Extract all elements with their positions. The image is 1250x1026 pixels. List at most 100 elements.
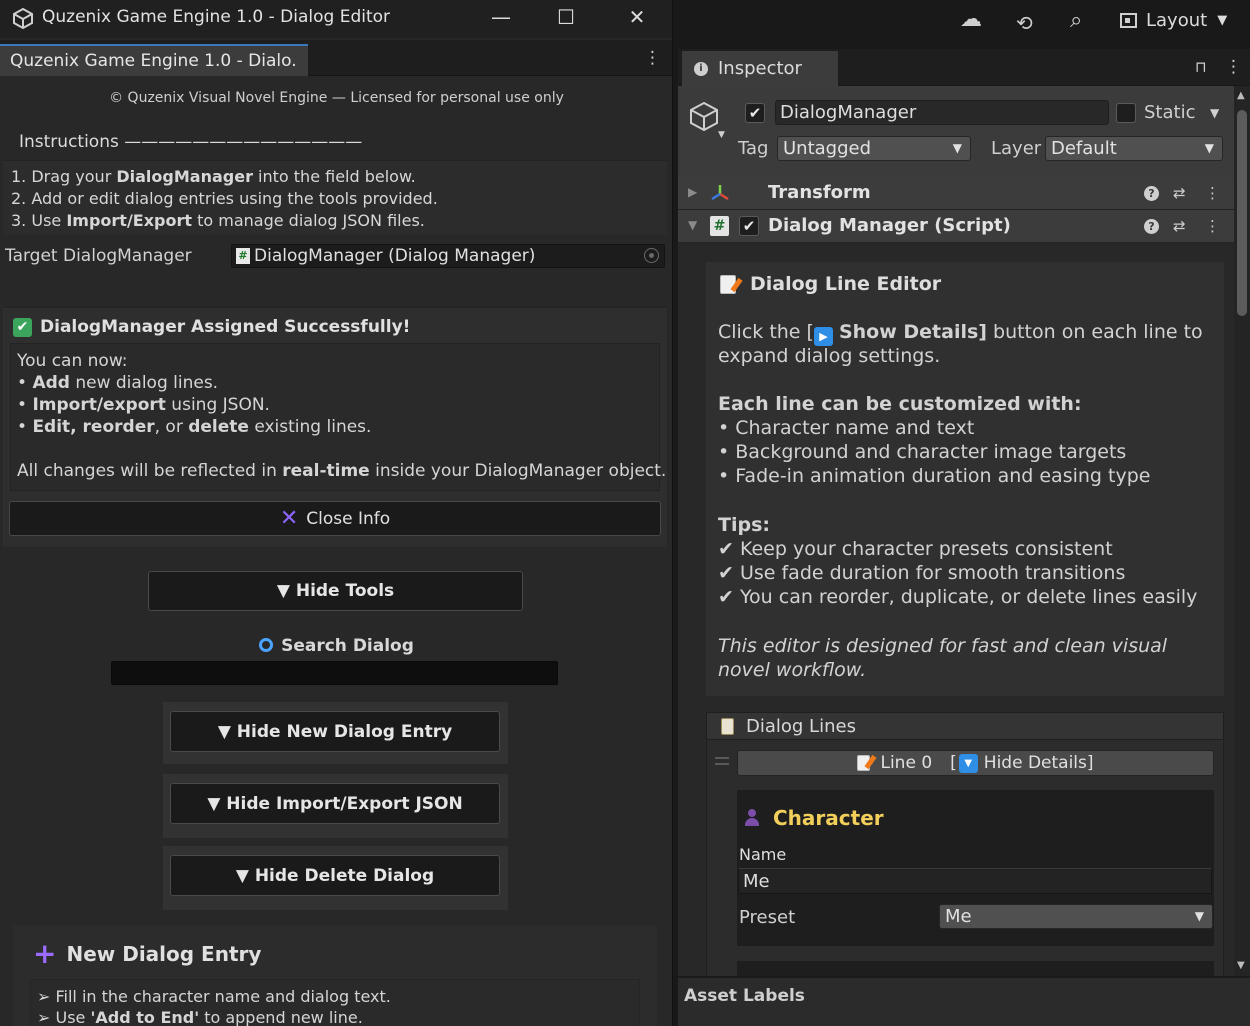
drag-handle-icon[interactable]	[715, 757, 729, 765]
help-tip: ✔ Keep your character presets consistent	[718, 538, 1113, 560]
layer-dropdown[interactable]: Default ▼	[1045, 136, 1223, 161]
minimize-button[interactable]: —	[470, 0, 532, 34]
help-icon[interactable]: ?	[1144, 186, 1159, 201]
chevron-down-icon: ▼	[1204, 141, 1214, 155]
success-intro: You can now:	[17, 351, 128, 371]
object-active-checkbox[interactable]: ✔	[745, 103, 765, 123]
dialog-lines-list: Dialog Lines Line 0 [ ▼ Hide Details] Ch…	[706, 712, 1224, 976]
foldout-arrow-icon[interactable]: ▼	[688, 218, 697, 232]
tab-menu-icon[interactable]: ⋮	[644, 48, 661, 68]
hide-tools-button[interactable]: ▼ Hide Tools	[148, 571, 523, 611]
target-dialogmanager-value: DialogManager (Dialog Manager)	[254, 246, 536, 266]
preset-dropdown[interactable]: Me ▼	[939, 904, 1213, 929]
line-0-toggle-button[interactable]: Line 0 [ ▼ Hide Details]	[737, 750, 1214, 776]
help-custom-heading: Each line can be customized with:	[718, 393, 1082, 415]
success-info-box: You can now: • Add new dialog lines. • I…	[10, 343, 667, 491]
tab-dialog-editor[interactable]: Quzenix Game Engine 1.0 - Dialo.	[0, 44, 308, 76]
instructions-heading: Instructions ——————————————	[19, 132, 363, 152]
foldout-arrow-icon[interactable]: ▶	[688, 185, 697, 199]
scroll-down-icon[interactable]: ▼	[1237, 960, 1245, 971]
search-dialog-input[interactable]	[111, 661, 558, 685]
object-picker-icon[interactable]	[644, 248, 659, 263]
cloud-icon[interactable]: ☁	[960, 7, 982, 32]
static-label: Static	[1144, 102, 1196, 123]
static-checkbox[interactable]	[1116, 103, 1136, 123]
transform-axes-icon	[711, 185, 729, 201]
component-dialog-manager-script[interactable]: ▼ # ✔ Dialog Manager (Script) ? ⇄ ⋮	[678, 210, 1234, 243]
layout-dropdown[interactable]: Layout ▼	[1120, 10, 1227, 31]
chevron-down-icon: ▼	[1217, 13, 1228, 28]
presets-icon[interactable]: ⇄	[1173, 217, 1186, 235]
inspector-tab-bar: i Inspector ⊓ ⋮	[678, 49, 1250, 86]
inspector-scrollbar[interactable]: ▲ ▼	[1234, 86, 1250, 976]
lock-icon[interactable]: ⊓	[1195, 58, 1207, 76]
history-icon[interactable]: ⟲	[1016, 11, 1033, 35]
help-custom-item: • Background and character image targets	[718, 441, 1127, 463]
editor-toolbar: ☁ ⟲ ⌕ Layout ▼	[674, 0, 1250, 45]
script-file-icon: #	[236, 248, 250, 264]
object-header: ▼ ✔ DialogManager Static ▼ Tag Untagged ▼…	[678, 86, 1234, 178]
new-entry-toggle-section: ▼ Hide New Dialog Entry	[163, 702, 508, 764]
window-title: Quzenix Game Engine 1.0 - Dialog Editor	[42, 7, 391, 27]
search-icon[interactable]: ⌕	[1070, 8, 1082, 33]
chevron-down-icon: ▼	[1194, 909, 1204, 923]
new-dialog-entry-title: + New Dialog Entry	[33, 937, 262, 970]
instruction-line: 1. Drag your DialogManager into the fiel…	[11, 167, 416, 186]
asset-labels-bar[interactable]: Asset Labels	[678, 977, 1250, 1026]
memo-icon	[720, 274, 736, 294]
close-info-button[interactable]: ✕ Close Info	[9, 501, 661, 536]
gameobject-cube-icon	[690, 101, 718, 132]
component-name: Transform	[768, 182, 871, 203]
editor-tab-row: Quzenix Game Engine 1.0 - Dialo. ⋮	[0, 40, 672, 76]
inspector-menu-icon[interactable]: ⋮	[1225, 57, 1242, 77]
close-x-icon: ✕	[279, 506, 299, 531]
close-window-button[interactable]: ✕	[606, 0, 668, 34]
instructions-box: 1. Drag your DialogManager into the fiel…	[3, 160, 667, 235]
dialog-lines-header[interactable]: Dialog Lines	[707, 713, 1223, 740]
import-export-toggle-section: ▼ Hide Import/Export JSON	[163, 774, 508, 838]
name-label: Name	[739, 845, 787, 864]
memo-icon	[857, 755, 871, 771]
help-footer: novel workflow.	[718, 659, 867, 681]
component-menu-icon[interactable]: ⋮	[1205, 217, 1220, 235]
static-dropdown-caret[interactable]: ▼	[1210, 106, 1219, 120]
next-section	[737, 961, 1214, 976]
new-dialog-entry-panel: + New Dialog Entry ➢ Fill in the charact…	[13, 925, 657, 1026]
component-transform[interactable]: ▶ Transform ? ⇄ ⋮	[678, 177, 1234, 210]
hide-import-export-button[interactable]: ▼ Hide Import/Export JSON	[170, 783, 500, 824]
presets-icon[interactable]: ⇄	[1173, 184, 1186, 202]
hide-delete-dialog-button[interactable]: ▼ Hide Delete Dialog	[170, 855, 500, 896]
success-footer: All changes will be reflected in real-ti…	[17, 461, 667, 481]
success-title-text: DialogManager Assigned Successfully!	[40, 317, 411, 337]
person-icon	[745, 809, 759, 827]
unity-cube-icon	[13, 7, 33, 29]
chevron-down-icon: ▼	[958, 753, 978, 773]
component-menu-icon[interactable]: ⋮	[1205, 184, 1220, 202]
hide-new-dialog-entry-button[interactable]: ▼ Hide New Dialog Entry	[170, 711, 500, 752]
success-panel: ✔ DialogManager Assigned Successfully! Y…	[3, 307, 667, 547]
object-name-field[interactable]: DialogManager	[775, 100, 1109, 125]
target-dialogmanager-field[interactable]: # DialogManager (Dialog Manager)	[231, 244, 665, 268]
tab-inspector[interactable]: i Inspector	[682, 51, 838, 86]
help-icon[interactable]: ?	[1144, 219, 1159, 234]
maximize-button[interactable]: ☐	[535, 0, 597, 34]
help-custom-item: • Character name and text	[718, 417, 975, 439]
script-enabled-checkbox[interactable]: ✔	[739, 216, 759, 236]
scroll-up-icon[interactable]: ▲	[1237, 90, 1245, 101]
help-title: Dialog Line Editor	[720, 273, 941, 295]
preset-label: Preset	[739, 907, 796, 928]
script-icon: #	[710, 216, 729, 236]
instruction-line: 3. Use Import/Export to manage dialog JS…	[11, 211, 425, 230]
success-item: • Add new dialog lines.	[17, 373, 219, 393]
copyright-notice: © Quzenix Visual Novel Engine — Licensed…	[109, 90, 564, 106]
scrollbar-thumb[interactable]	[1237, 110, 1247, 316]
new-entry-hint: ➢ Use 'Add to End' to append new line.	[37, 1008, 363, 1026]
help-click-line: Click the [▶ Show Details] button on each…	[718, 320, 1203, 346]
icon-dropdown-caret[interactable]: ▼	[718, 130, 725, 140]
tag-dropdown[interactable]: Untagged ▼	[777, 136, 971, 161]
tag-label: Tag	[738, 138, 769, 159]
character-name-input[interactable]: Me	[738, 868, 1212, 894]
window-titlebar[interactable]: Quzenix Game Engine 1.0 - Dialog Editor …	[0, 0, 672, 38]
success-item: • Edit, reorder, or delete existing line…	[17, 417, 372, 437]
